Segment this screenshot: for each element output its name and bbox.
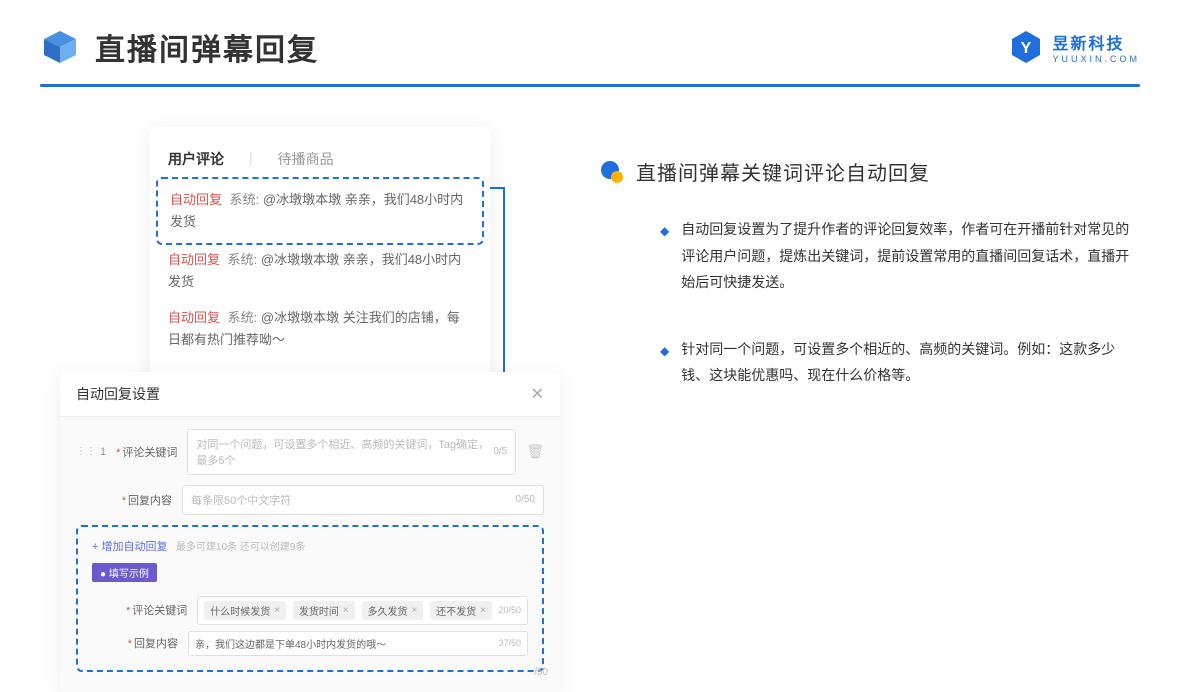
input-placeholder: 每条限50个中文字符 [191, 492, 291, 508]
form-row-keyword: ⋮⋮ 1 *评论关键词 对同一个问题，可设置多个相近、高频的关键词，Tag确定，… [76, 429, 544, 475]
input-placeholder: 对同一个问题，可设置多个相近、高频的关键词，Tag确定，最多5个 [196, 436, 493, 468]
tabs: 用户评论 | 待播商品 [168, 149, 472, 169]
example-badge: ● 填写示例 [92, 563, 157, 582]
input-counter: 0/5 [493, 446, 507, 457]
content-input[interactable]: 每条限50个中文字符 0/50 [182, 485, 544, 515]
tag-remove-icon: × [480, 605, 486, 616]
connector-line [490, 187, 503, 189]
delete-icon[interactable]: 🗑 [526, 443, 544, 460]
auto-reply-tag: 自动回复 [168, 310, 220, 325]
modal-title: 自动回复设置 [76, 384, 160, 404]
settings-card: 自动回复设置 ✕ ⋮⋮ 1 *评论关键词 对同一个问题，可设置多个相近、高频的关… [60, 372, 560, 692]
section-title-row: 直播间弹幕关键词评论自动回复 [600, 157, 1140, 186]
example-highlight-box: + 增加自动回复 最多可建10条 还可以创建9条 ● 填写示例 *评论关键词 什… [76, 525, 544, 672]
auto-reply-tag: 自动回复 [170, 192, 222, 207]
keyword-label: *评论关键词 [116, 444, 177, 460]
example-content-row: *回复内容 亲，我们这边都是下单48小时内发货的哦～ 37/50 [92, 631, 528, 656]
comment-item: 自动回复 系统: @冰墩墩本墩 关注我们的店铺，每日都有热门推荐呦～ [168, 307, 472, 351]
bullet-text: 针对同一个问题，可设置多个相近的、高频的关键词。例如：这款多少钱、这块能优惠吗、… [681, 336, 1140, 389]
brand-icon: Y [1008, 29, 1044, 65]
system-label: 系统: [230, 192, 260, 207]
keyword-tag[interactable]: 发货时间× [293, 601, 355, 620]
keyword-input[interactable]: 对同一个问题，可设置多个相近、高频的关键词，Tag确定，最多5个 0/5 [187, 429, 516, 475]
cube-icon [40, 27, 80, 67]
input-counter: 20/50 [498, 605, 521, 615]
tag-remove-icon: × [412, 605, 418, 616]
tag-remove-icon: × [274, 605, 280, 616]
tag-remove-icon: × [343, 605, 349, 616]
brand-name: 昱新科技 [1052, 30, 1140, 54]
system-label: 系统: [228, 310, 258, 325]
keyword-tag[interactable]: 多久发货× [362, 601, 424, 620]
content-label: *回复内容 [120, 492, 172, 508]
left-column: 用户评论 | 待播商品 自动回复 系统: @冰墩墩本墩 亲亲，我们48小时内发货… [60, 127, 560, 692]
header-left: 直播间弹幕回复 [40, 25, 319, 69]
example-content-label: *回复内容 [126, 635, 178, 651]
tab-pending-products[interactable]: 待播商品 [278, 149, 334, 169]
auto-reply-tag: 自动回复 [168, 252, 220, 267]
keyword-tag[interactable]: 什么时候发货× [204, 601, 286, 620]
example-keyword-input[interactable]: 什么时候发货× 发货时间× 多久发货× 还不发货× 20/50 [197, 596, 528, 625]
page-title: 直播间弹幕回复 [95, 25, 319, 69]
bullet-marker-icon: ◆ [660, 340, 669, 389]
highlighted-comment: 自动回复 系统: @冰墩墩本墩 亲亲，我们48小时内发货 [156, 177, 484, 245]
row-index: ⋮⋮ 1 [76, 446, 106, 458]
add-auto-reply-link[interactable]: + 增加自动回复 [92, 541, 167, 553]
bullet-item: ◆ 针对同一个问题，可设置多个相近的、高频的关键词。例如：这款多少钱、这块能优惠… [660, 336, 1140, 389]
bullet-text: 自动回复设置为了提升作者的评论回复效率，作者可在开播前针对常见的评论用户问题，提… [681, 216, 1140, 296]
form-row-content: *回复内容 每条限50个中文字符 0/50 [76, 485, 544, 515]
comment-list: 自动回复 系统: @冰墩墩本墩 亲亲，我们48小时内发货 自动回复 系统: @冰… [168, 187, 472, 352]
comments-card: 用户评论 | 待播商品 自动回复 系统: @冰墩墩本墩 亲亲，我们48小时内发货… [150, 127, 490, 382]
comment-item: 自动回复 系统: @冰墩墩本墩 亲亲，我们48小时内发货 [168, 249, 472, 293]
svg-text:Y: Y [1021, 40, 1032, 57]
bullet-marker-icon: ◆ [660, 220, 669, 296]
brand-url: YUUXIN.COM [1052, 54, 1140, 64]
bullet-list: ◆ 自动回复设置为了提升作者的评论回复效率，作者可在开播前针对常见的评论用户问题… [600, 216, 1140, 389]
brand-logo: Y 昱新科技 YUUXIN.COM [1008, 29, 1140, 65]
keyword-tag[interactable]: 还不发货× [430, 601, 492, 620]
example-keyword-row: *评论关键词 什么时候发货× 发货时间× 多久发货× 还不发货× 20/50 [92, 596, 528, 625]
input-counter: 0/50 [516, 494, 535, 505]
right-column: 直播间弹幕关键词评论自动回复 ◆ 自动回复设置为了提升作者的评论回复效率，作者可… [600, 127, 1140, 692]
modal-body: ⋮⋮ 1 *评论关键词 对同一个问题，可设置多个相近、高频的关键词，Tag确定，… [60, 417, 560, 692]
tab-divider: | [249, 149, 253, 169]
section-title: 直播间弹幕关键词评论自动回复 [636, 157, 930, 186]
tag-container: 什么时候发货× 发货时间× 多久发货× 还不发货× [204, 601, 496, 620]
example-content-input[interactable]: 亲，我们这边都是下单48小时内发货的哦～ 37/50 [188, 631, 528, 656]
close-button[interactable]: ✕ [531, 384, 544, 404]
main-content: 用户评论 | 待播商品 自动回复 系统: @冰墩墩本墩 亲亲，我们48小时内发货… [0, 87, 1180, 692]
modal-header: 自动回复设置 ✕ [60, 372, 560, 417]
example-content-text: 亲，我们这边都是下单48小时内发货的哦～ [195, 636, 386, 651]
tab-user-comments[interactable]: 用户评论 [168, 149, 224, 169]
system-label: 系统: [228, 252, 258, 267]
bullet-item: ◆ 自动回复设置为了提升作者的评论回复效率，作者可在开播前针对常见的评论用户问题… [660, 216, 1140, 296]
example-keyword-label: *评论关键词 [126, 602, 187, 618]
drag-handle-icon[interactable]: ⋮⋮ [76, 447, 96, 457]
chat-bubble-icon [600, 160, 624, 184]
side-counter: /50 [534, 667, 548, 678]
page-header: 直播间弹幕回复 Y 昱新科技 YUUXIN.COM [0, 0, 1180, 69]
add-tip: 最多可建10条 还可以创建9条 [176, 542, 305, 553]
input-counter: 37/50 [498, 638, 521, 648]
comment-item: 自动回复 系统: @冰墩墩本墩 亲亲，我们48小时内发货 [170, 189, 470, 233]
